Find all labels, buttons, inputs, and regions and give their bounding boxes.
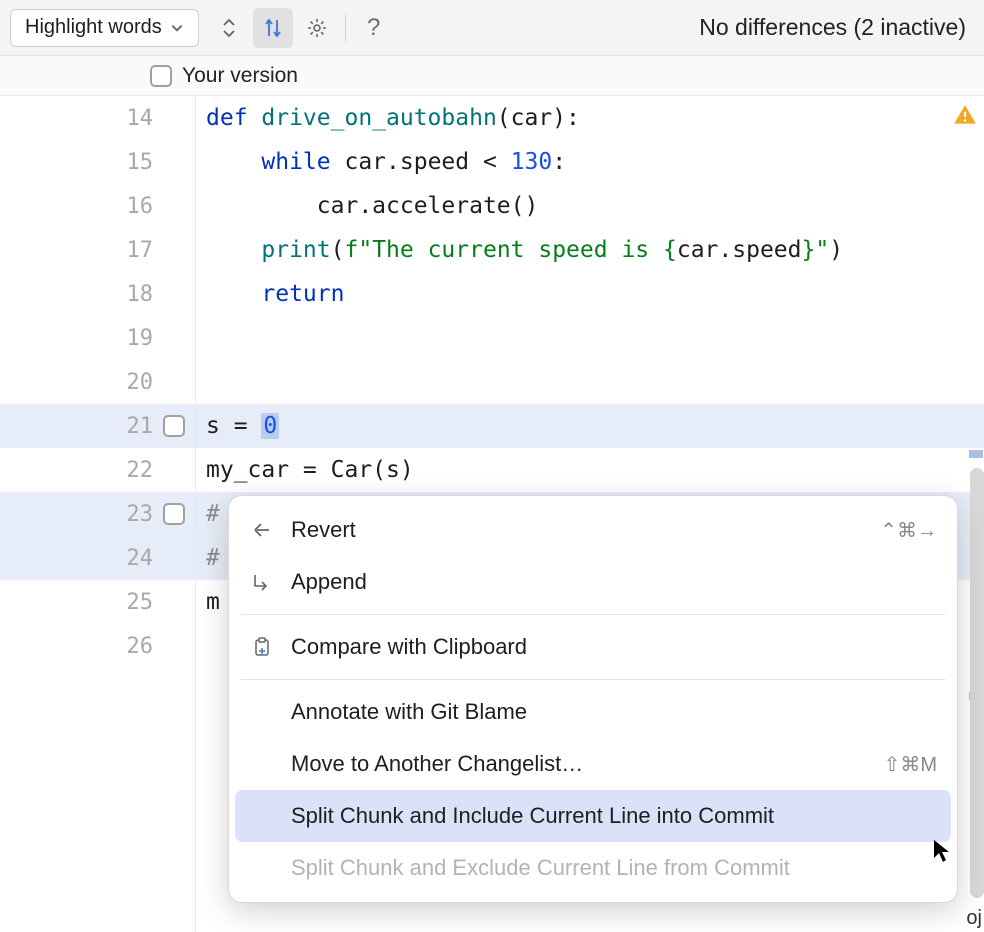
toolbar-icon-group: ? bbox=[209, 8, 394, 48]
gutter-line: 22 bbox=[0, 448, 195, 492]
chevron-down-icon bbox=[170, 21, 184, 35]
shortcut: ⇧⌘M bbox=[884, 752, 937, 777]
code-line[interactable]: my_car = Car(s) bbox=[196, 448, 984, 492]
gutter-line: 14 bbox=[0, 96, 195, 140]
gutter: 14 15 16 17 18 19 20 21 22 23 24 25 26 bbox=[0, 96, 196, 932]
gutter-line: 23 bbox=[0, 492, 195, 536]
menu-split-exclude: Split Chunk and Exclude Current Line fro… bbox=[229, 842, 957, 894]
diff-toolbar: Highlight words ? No differences (2 inac… bbox=[0, 0, 984, 56]
your-version-checkbox[interactable] bbox=[150, 65, 172, 87]
clipboard-icon bbox=[249, 634, 275, 660]
separator bbox=[345, 14, 346, 42]
highlight-label: Highlight words bbox=[25, 16, 162, 39]
gutter-line: 19 bbox=[0, 316, 195, 360]
your-version-label: Your version bbox=[182, 64, 298, 88]
code-line[interactable]: def drive_on_autobahn(car): bbox=[196, 96, 984, 140]
menu-annotate[interactable]: Annotate with Git Blame bbox=[229, 686, 957, 738]
scrollbar[interactable] bbox=[970, 468, 984, 898]
line-include-checkbox[interactable] bbox=[163, 415, 185, 437]
menu-append[interactable]: Append bbox=[229, 556, 957, 608]
change-marker[interactable] bbox=[969, 450, 983, 458]
version-header: Your version bbox=[0, 56, 984, 96]
highlight-dropdown[interactable]: Highlight words bbox=[10, 9, 199, 47]
code-line[interactable]: while car.speed < 130: bbox=[196, 140, 984, 184]
gutter-line: 18 bbox=[0, 272, 195, 316]
code-line[interactable]: return bbox=[196, 272, 984, 316]
code-line[interactable]: s = 0 bbox=[196, 404, 984, 448]
gutter-line: 21 bbox=[0, 404, 195, 448]
code-line[interactable] bbox=[196, 360, 984, 404]
bottom-fragment: oj bbox=[966, 907, 982, 930]
menu-revert[interactable]: Revert ⌃⌘→ bbox=[229, 504, 957, 556]
code-line[interactable] bbox=[196, 316, 984, 360]
separator bbox=[241, 679, 945, 680]
gutter-line: 26 bbox=[0, 624, 195, 668]
gutter-line: 15 bbox=[0, 140, 195, 184]
gutter-line: 24 bbox=[0, 536, 195, 580]
gutter-line: 16 bbox=[0, 184, 195, 228]
gutter-line: 20 bbox=[0, 360, 195, 404]
context-menu: Revert ⌃⌘→ Append Compare with Clipboard… bbox=[228, 495, 958, 903]
line-include-checkbox[interactable] bbox=[163, 503, 185, 525]
separator bbox=[241, 614, 945, 615]
diff-status-text: No differences (2 inactive) bbox=[699, 14, 974, 41]
code-line[interactable]: car.accelerate() bbox=[196, 184, 984, 228]
menu-split-include[interactable]: Split Chunk and Include Current Line int… bbox=[235, 790, 951, 842]
gutter-line: 25 bbox=[0, 580, 195, 624]
help-icon[interactable]: ? bbox=[354, 14, 394, 42]
sync-scroll-icon[interactable] bbox=[253, 8, 293, 48]
shortcut: ⌃⌘→ bbox=[880, 518, 937, 543]
collapse-icon[interactable] bbox=[209, 8, 249, 48]
gutter-line: 17 bbox=[0, 228, 195, 272]
menu-compare-clipboard[interactable]: Compare with Clipboard bbox=[229, 621, 957, 673]
append-icon bbox=[249, 569, 275, 595]
menu-move-changelist[interactable]: Move to Another Changelist… ⇧⌘M bbox=[229, 738, 957, 790]
revert-icon bbox=[249, 517, 275, 543]
code-line[interactable]: print(f"The current speed is {car.speed}… bbox=[196, 228, 984, 272]
settings-icon[interactable] bbox=[297, 8, 337, 48]
